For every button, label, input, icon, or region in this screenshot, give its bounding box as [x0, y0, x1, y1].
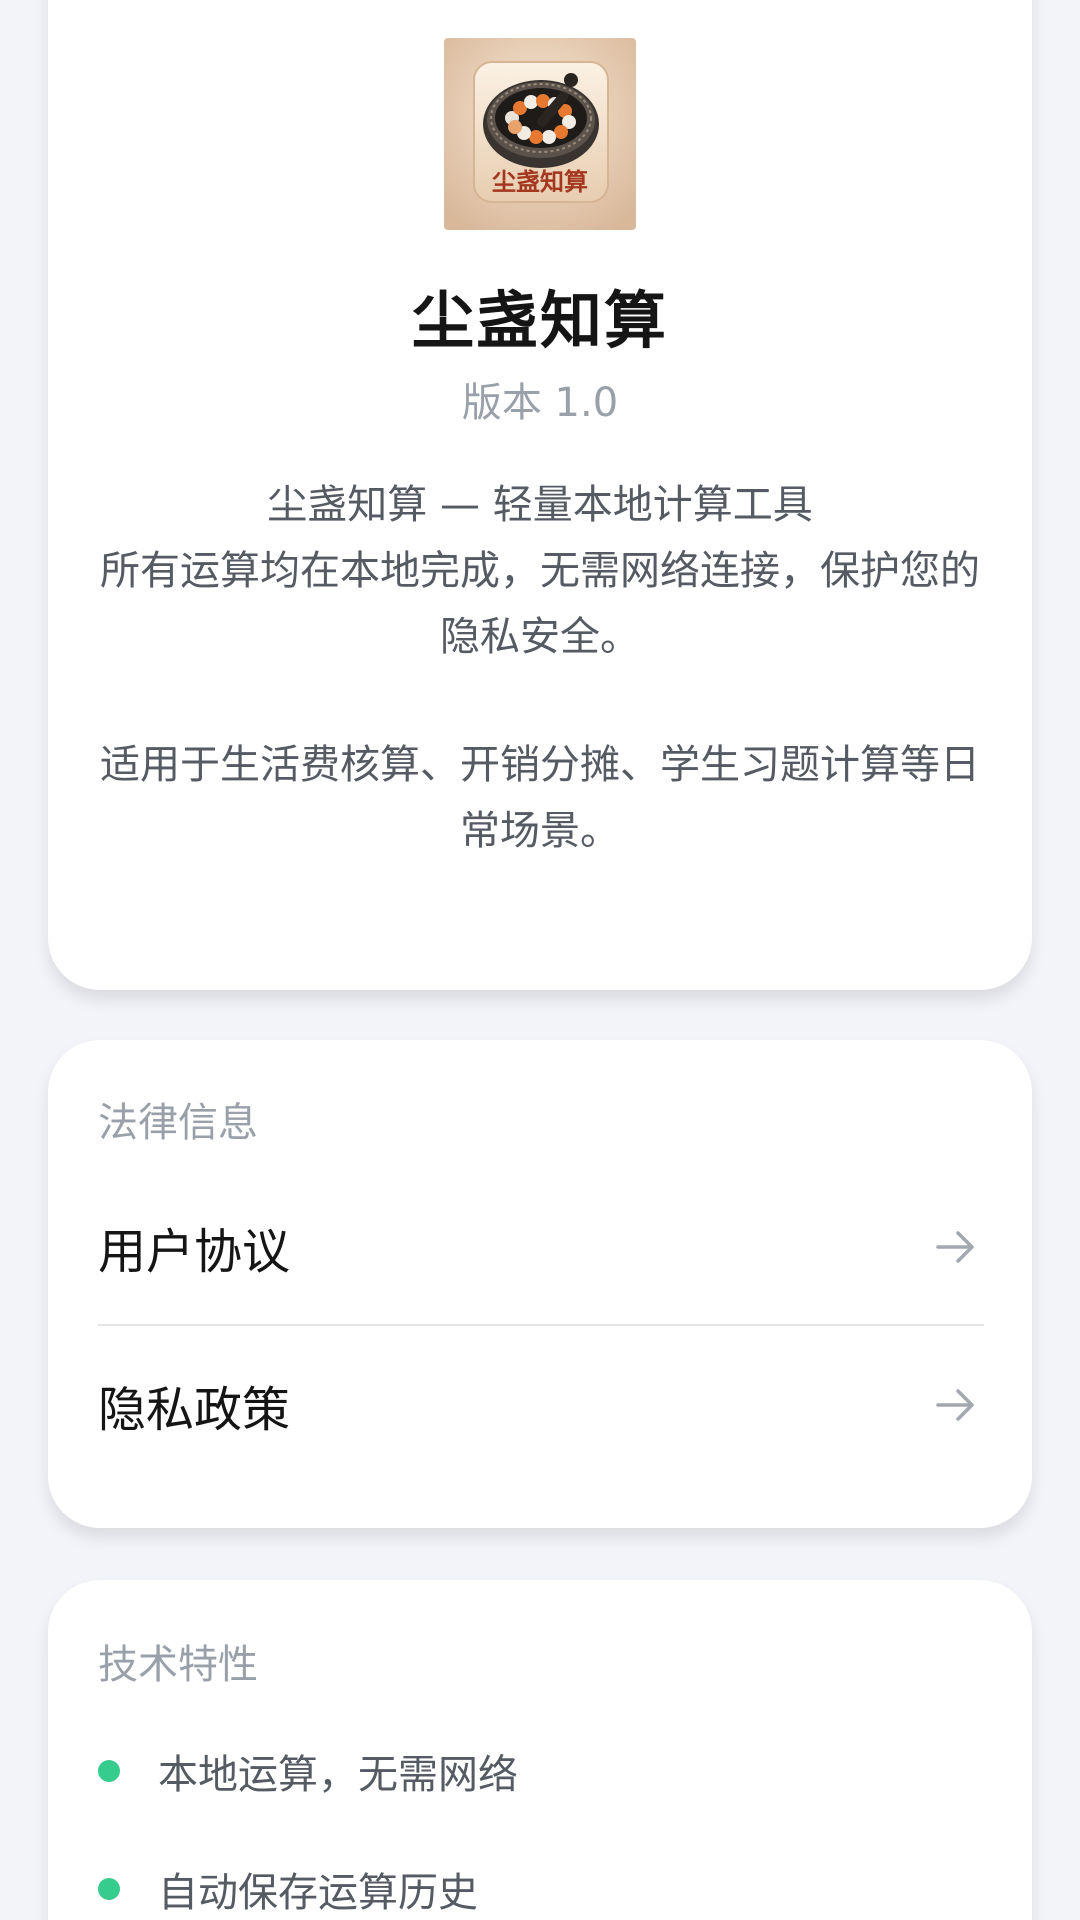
app-tagline: 尘盏知算 — 轻量本地计算工具 — [267, 482, 813, 528]
app-name: 尘盏知算 — [411, 284, 668, 357]
app-icon-text: 尘盏知算 — [492, 167, 588, 196]
green-dot-icon — [98, 1760, 120, 1782]
app-description-usage: 适用于生活费核算、开销分摊、学生习题计算等日常场景。 — [100, 742, 980, 854]
green-dot-icon — [98, 1878, 120, 1900]
user-agreement-label: 用户协议 — [98, 1224, 291, 1280]
feature-item: 自动保存运算历史 — [98, 1860, 478, 1918]
legal-card: 法律信息 用户协议 隐私政策 — [48, 1040, 1032, 1528]
user-agreement-row[interactable]: 用户协议 — [98, 1182, 984, 1312]
feature-text: 自动保存运算历史 — [158, 1870, 478, 1916]
legal-section-title: 法律信息 — [98, 1100, 258, 1146]
app-icon: 尘盏知算 — [444, 38, 636, 230]
tech-section-title: 技术特性 — [98, 1642, 258, 1688]
privacy-policy-row[interactable]: 隐私政策 — [98, 1340, 984, 1470]
privacy-policy-label: 隐私政策 — [98, 1382, 291, 1438]
app-description-privacy: 所有运算均在本地完成，无需网络连接，保护您的隐私安全。 — [100, 548, 980, 660]
arrow-right-icon — [936, 1231, 974, 1263]
divider — [98, 1324, 984, 1326]
arrow-right-icon — [936, 1389, 974, 1421]
feature-item: 本地运算，无需网络 — [98, 1742, 518, 1800]
about-page: 尘盏知算 尘盏知算 版本 1.0 尘盏知算 — 轻量本地计算工具 所有运算均在本… — [0, 0, 1080, 1920]
feature-text: 本地运算，无需网络 — [158, 1752, 518, 1798]
tech-features-card: 技术特性 本地运算，无需网络 自动保存运算历史 — [48, 1580, 1032, 1920]
app-version: 版本 1.0 — [461, 380, 619, 426]
about-card: 尘盏知算 尘盏知算 版本 1.0 尘盏知算 — 轻量本地计算工具 所有运算均在本… — [48, 0, 1032, 990]
